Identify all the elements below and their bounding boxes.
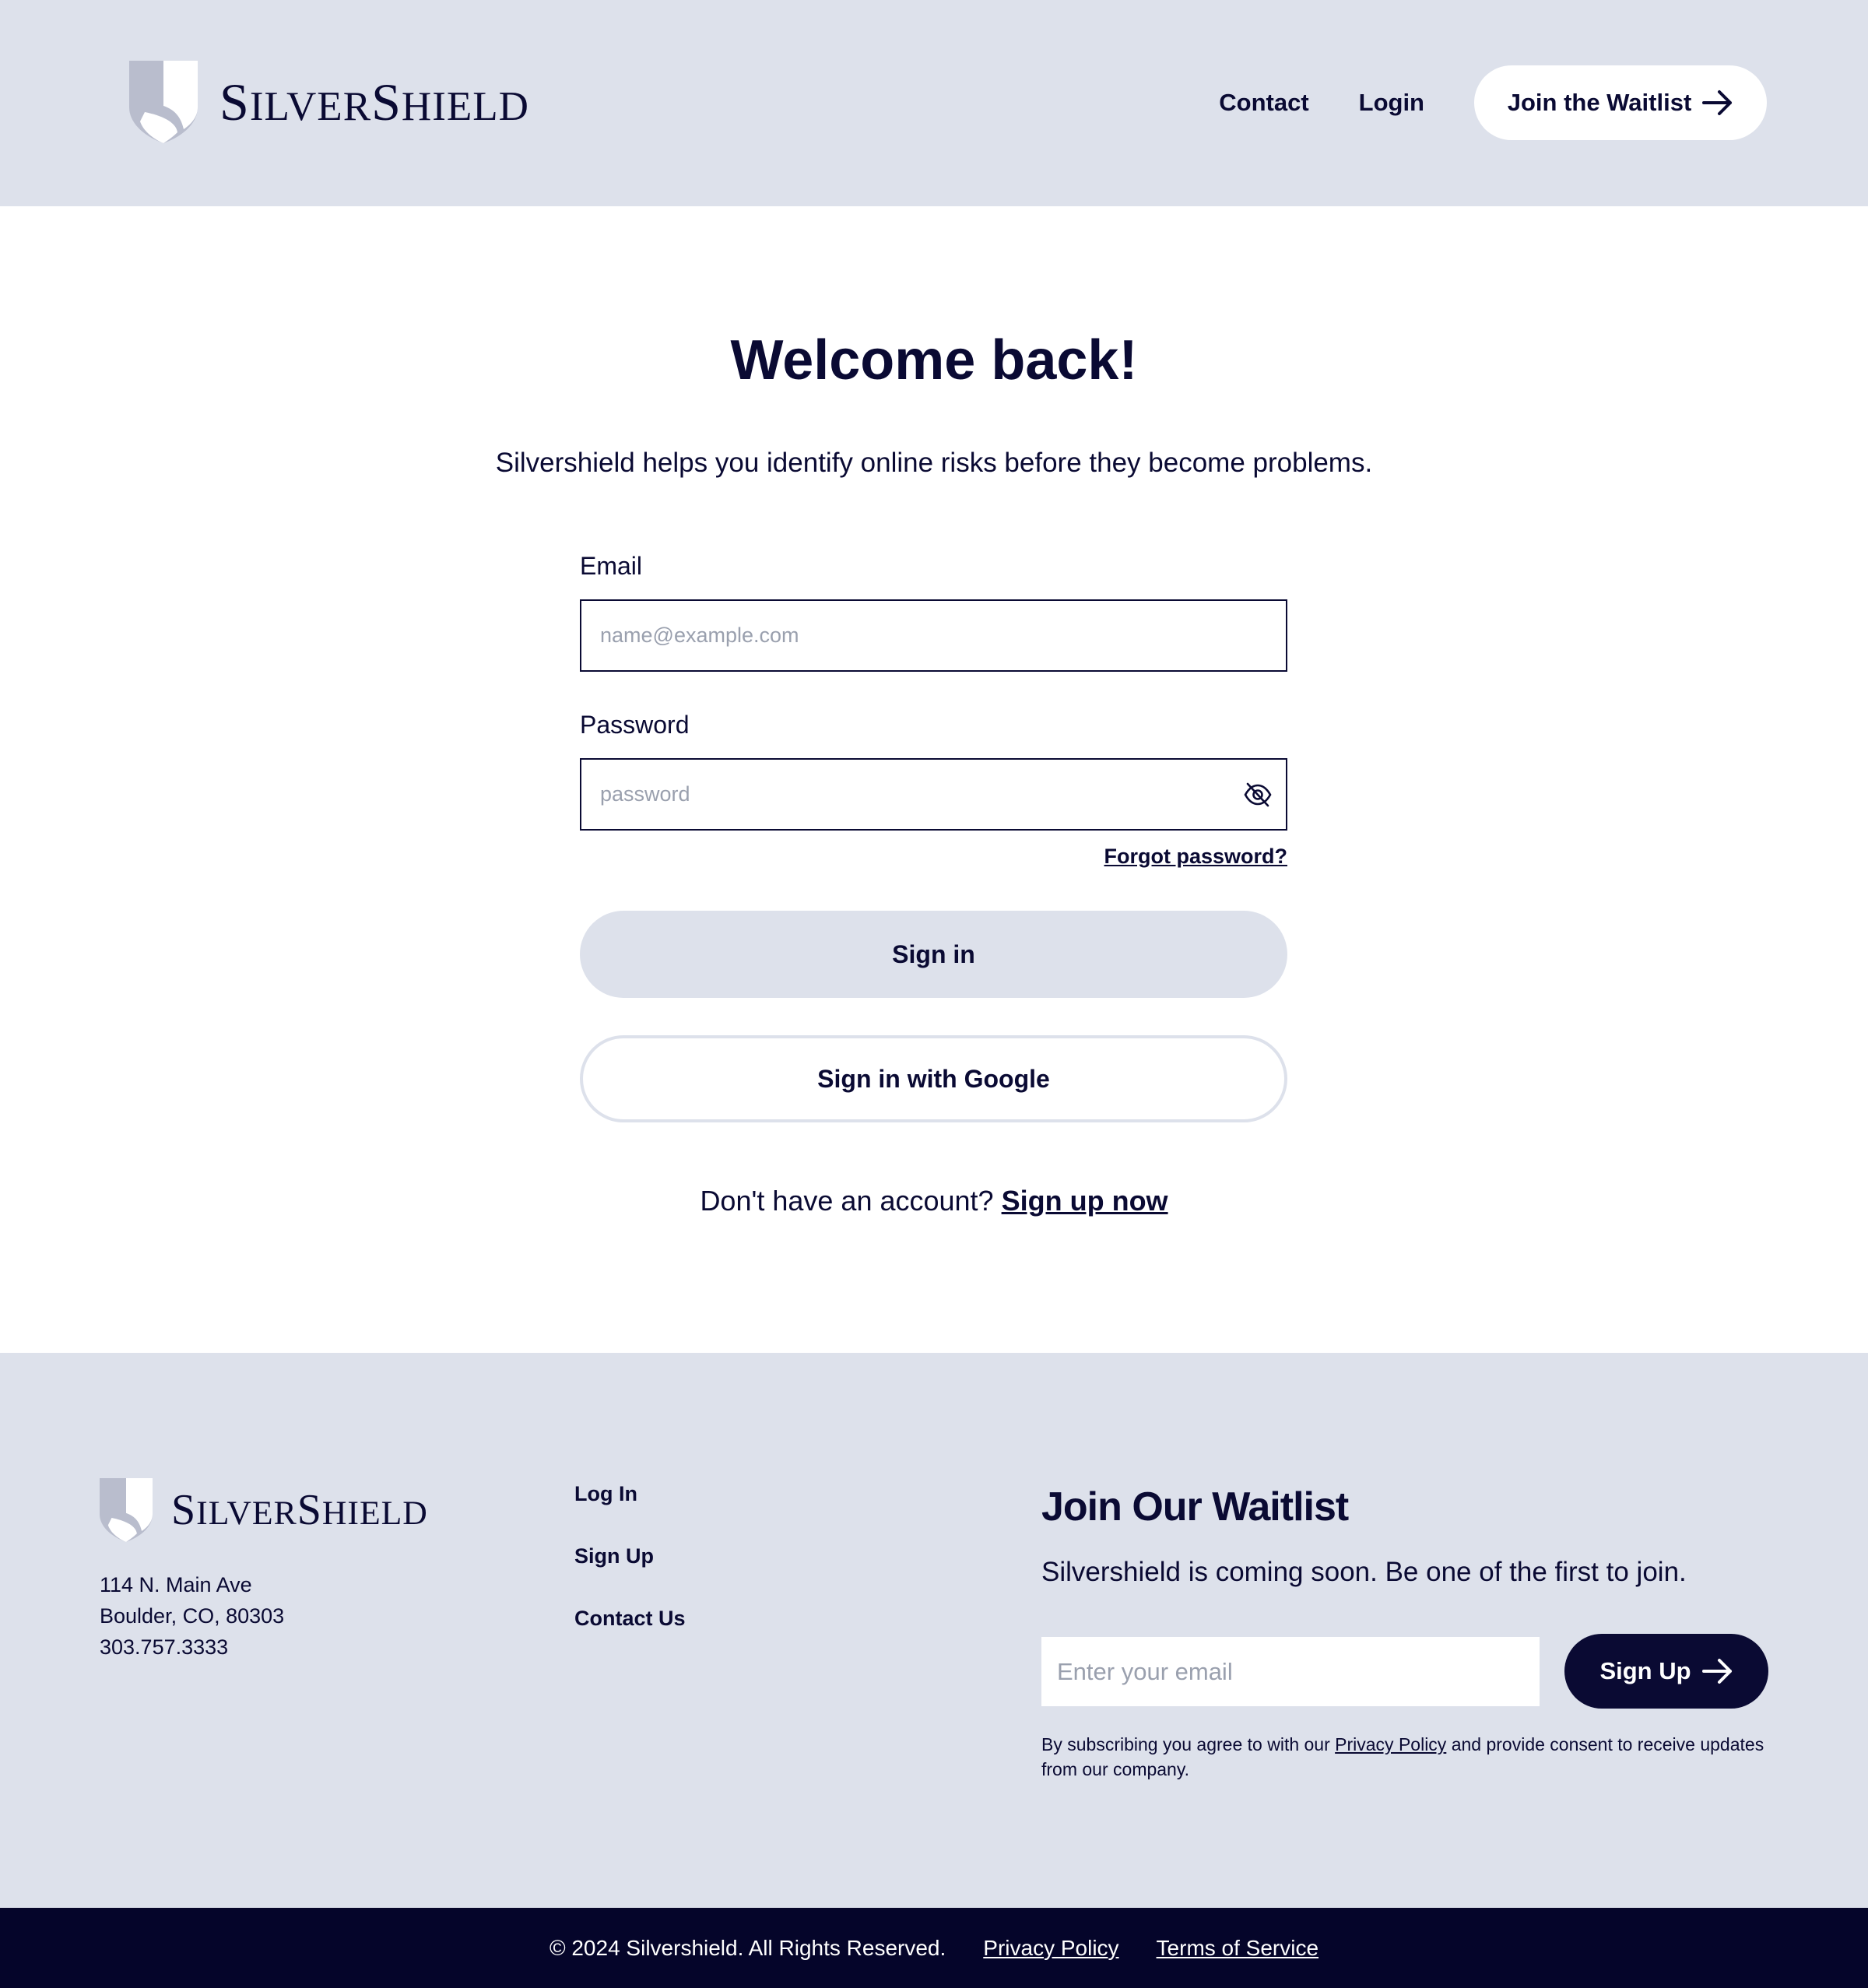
email-field[interactable] [580, 599, 1287, 672]
company-address: 114 N. Main Ave Boulder, CO, 80303 303.7… [100, 1569, 284, 1663]
footer-signup-link[interactable]: Sign Up [574, 1544, 686, 1607]
address-street: 114 N. Main Ave [100, 1573, 252, 1596]
copyright-text: © 2024 Silvershield. All Rights Reserved… [549, 1935, 946, 1960]
sign-in-button[interactable]: Sign in [580, 911, 1287, 998]
arrow-right-icon [1701, 1659, 1732, 1684]
shield-icon [100, 1478, 153, 1542]
password-visibility-toggle[interactable] [1242, 780, 1273, 810]
page-subtitle: Silvershield helps you identify online r… [495, 448, 1373, 478]
google-sign-in-button[interactable]: Sign in with Google [580, 1035, 1287, 1122]
footer-login-link[interactable]: Log In [574, 1482, 686, 1544]
page-title: Welcome back! [730, 329, 1138, 392]
consent-text-before: By subscribing you agree to with our [1041, 1734, 1330, 1754]
footer-nav: Log In Sign Up Contact Us [574, 1482, 686, 1669]
signup-prompt-text: Don't have an account? [700, 1185, 994, 1217]
address-city: Boulder, CO, 80303 [100, 1604, 285, 1628]
sign-up-now-link[interactable]: Sign up now [1002, 1185, 1168, 1217]
password-field[interactable] [580, 758, 1287, 831]
footer-contact-link[interactable]: Contact Us [574, 1607, 686, 1669]
waitlist-sign-up-button[interactable]: Sign Up [1564, 1634, 1768, 1709]
waitlist-title: Join Our Waitlist [1041, 1484, 1349, 1530]
forgot-password-link[interactable]: Forgot password? [1104, 845, 1288, 869]
signin-section: Welcome back! Silvershield helps you ide… [0, 206, 1868, 1353]
privacy-policy-link[interactable]: Privacy Policy [983, 1936, 1118, 1961]
waitlist-sign-up-label: Sign Up [1599, 1657, 1691, 1684]
address-phone: 303.757.3333 [100, 1635, 229, 1659]
join-waitlist-button[interactable]: Join the Waitlist [1474, 65, 1767, 140]
site-footer: SILVERSHIELD 114 N. Main Ave Boulder, CO… [0, 1353, 1868, 1908]
footer-brand-logo[interactable]: SILVERSHIELD [100, 1477, 428, 1543]
waitlist-email-input[interactable] [1041, 1637, 1540, 1706]
brand-logo[interactable]: SILVERSHIELD [129, 61, 529, 143]
top-nav: Contact Login Join the Waitlist [1219, 65, 1767, 140]
consent-text: By subscribing you agree to with our Pri… [1041, 1732, 1773, 1782]
nav-contact-link[interactable]: Contact [1219, 89, 1308, 117]
arrow-right-icon [1702, 90, 1733, 115]
signup-prompt-row: Don't have an account? Sign up now [0, 1185, 1868, 1217]
email-label: Email [580, 552, 643, 580]
terms-of-service-link[interactable]: Terms of Service [1157, 1936, 1319, 1961]
legal-bar: © 2024 Silvershield. All Rights Reserved… [0, 1908, 1868, 1988]
join-waitlist-label: Join the Waitlist [1507, 89, 1692, 116]
nav-login-link[interactable]: Login [1359, 89, 1424, 117]
brand-wordmark: SILVERSHIELD [171, 1486, 428, 1534]
password-label: Password [580, 711, 690, 739]
shield-icon [129, 61, 198, 143]
waitlist-subtitle: Silvershield is coming soon. Be one of t… [1041, 1557, 1687, 1587]
eye-off-icon [1244, 782, 1272, 807]
consent-privacy-link[interactable]: Privacy Policy [1335, 1734, 1446, 1754]
brand-wordmark: SILVERSHIELD [219, 72, 529, 132]
site-header: SILVERSHIELD Contact Login Join the Wait… [0, 0, 1868, 206]
